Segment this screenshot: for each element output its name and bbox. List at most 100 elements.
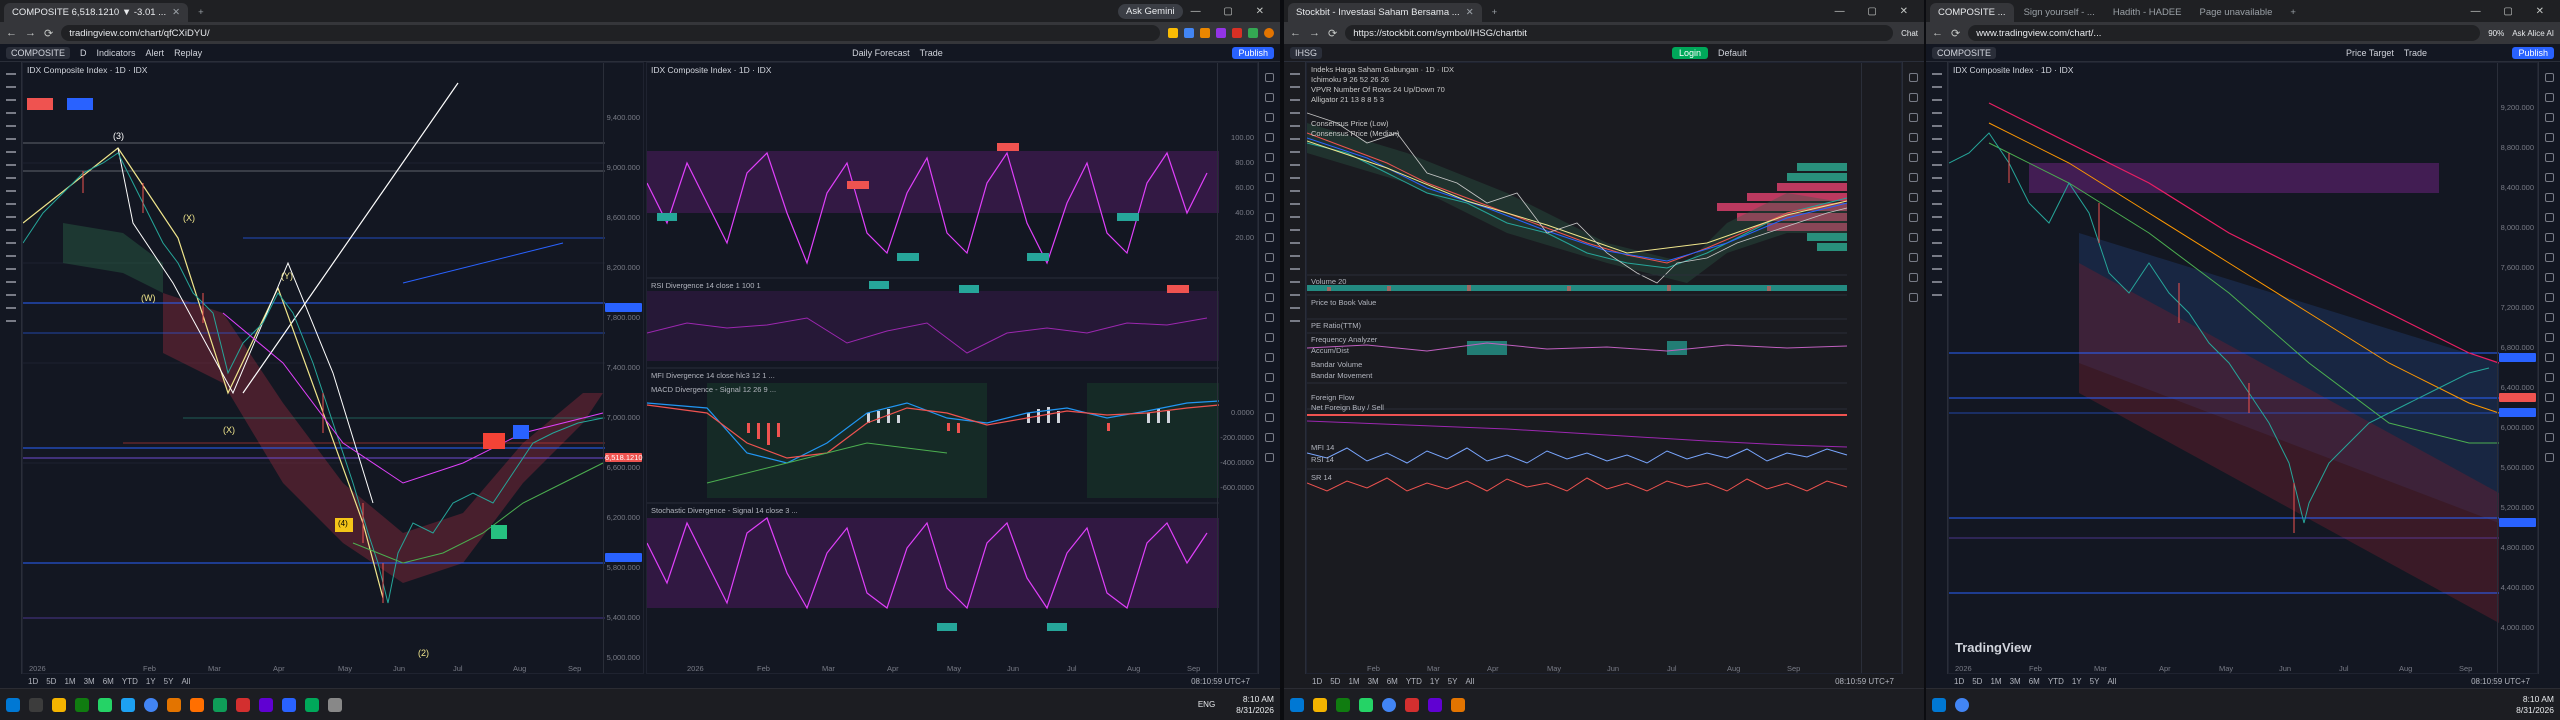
range-5y[interactable]: 5Y <box>2090 677 2100 686</box>
range-1d[interactable]: 1D <box>28 677 38 686</box>
system-clock[interactable]: 8:10 AM 8/31/2026 <box>2516 694 2554 716</box>
yahoo-icon[interactable] <box>259 697 273 712</box>
range-5d[interactable]: 5D <box>1972 677 1982 686</box>
ask-gemini-button[interactable]: Ask Gemini <box>1118 3 1183 19</box>
tab-stockbit[interactable]: Stockbit - Investasi Saham Bersama ... ✕ <box>1288 3 1482 22</box>
price-axis[interactable] <box>1861 63 1901 673</box>
language-indicator[interactable]: ENG <box>1198 700 1215 709</box>
layout-default[interactable]: Default <box>1718 48 1747 58</box>
price-axis[interactable]: 9,400.000 9,000.000 8,600.000 8,200.000 7,80… <box>603 63 643 673</box>
app-icon[interactable] <box>1336 697 1350 712</box>
layout-name[interactable]: Daily Forecast <box>852 48 910 58</box>
trade-button[interactable]: Trade <box>920 48 943 58</box>
back-icon[interactable]: ← <box>6 27 17 39</box>
extension-icon[interactable] <box>1184 28 1194 38</box>
tab-sign[interactable]: Sign yourself - ... <box>2016 3 2103 22</box>
zoom-level[interactable]: 90% <box>2488 29 2504 38</box>
whatsapp-icon[interactable] <box>98 697 112 712</box>
app-icon[interactable] <box>1451 697 1465 712</box>
tab-unavailable[interactable]: Page unavailable <box>2191 3 2280 22</box>
right-indicator-chart[interactable]: IDX Composite Index · 1D · IDX RSI Diver… <box>646 62 1258 674</box>
range-all[interactable]: All <box>2107 677 2116 686</box>
new-tab-button[interactable]: + <box>190 3 212 22</box>
stockbit-chart[interactable]: Indeks Harga Saham Gabungan · 1D · IDX Ic… <box>1306 62 1902 674</box>
range-1d[interactable]: 1D <box>1954 677 1964 686</box>
whatsapp-icon[interactable] <box>1359 697 1373 712</box>
url-input[interactable]: www.tradingview.com/chart/... <box>1968 25 2481 41</box>
chrome-icon[interactable] <box>1955 697 1969 712</box>
publish-button[interactable]: Publish <box>2512 46 2554 59</box>
replay-button[interactable]: Replay <box>174 48 202 58</box>
range-1y[interactable]: 1Y <box>146 677 156 686</box>
app-icon[interactable] <box>305 697 319 712</box>
back-icon[interactable]: ← <box>1290 27 1301 39</box>
range-1m[interactable]: 1M <box>64 677 75 686</box>
time-axis[interactable]: 2026 Feb Mar Apr May Jun Jul Aug Sep <box>647 663 1217 673</box>
login-button[interactable]: Login <box>1672 46 1709 59</box>
ask-ai-button[interactable]: Ask Alice AI <box>2512 29 2554 38</box>
range-1d[interactable]: 1D <box>1312 677 1322 686</box>
app-icon[interactable] <box>236 697 250 712</box>
search-icon[interactable] <box>29 697 43 712</box>
tab-composite[interactable]: COMPOSITE 6,518.1210 ▼ -3.01 ... ✕ <box>4 3 189 22</box>
extension-icon[interactable] <box>1200 28 1210 38</box>
yahoo-icon[interactable] <box>1428 697 1442 712</box>
range-5d[interactable]: 5D <box>1330 677 1340 686</box>
chat-button[interactable]: Chat <box>1901 29 1918 38</box>
range-all[interactable]: All <box>1465 677 1474 686</box>
close-icon[interactable]: ✕ <box>172 7 180 18</box>
extension-icon[interactable] <box>1232 28 1242 38</box>
chrome-icon[interactable] <box>144 697 158 712</box>
back-icon[interactable]: ← <box>1932 27 1943 39</box>
folder-icon[interactable] <box>1313 697 1327 712</box>
symbol-search[interactable]: COMPOSITE <box>6 46 71 59</box>
drawing-toolbar[interactable] <box>1926 62 1948 674</box>
window-controls[interactable]: — ▢ ✕ <box>1191 6 1274 17</box>
app-icon[interactable] <box>328 697 342 712</box>
range-ytd[interactable]: YTD <box>122 677 138 686</box>
window-controls[interactable]: — ▢ ✕ <box>1835 6 1918 17</box>
time-axis[interactable]: Feb Mar Apr May Jun Jul Aug Sep <box>1307 663 1861 673</box>
app-icon[interactable] <box>282 697 296 712</box>
clock-readout[interactable]: 08:10:59 UTC+7 <box>1835 677 1894 686</box>
range-5d[interactable]: 5D <box>46 677 56 686</box>
reload-icon[interactable]: ⟳ <box>44 27 53 40</box>
start-icon[interactable] <box>6 697 20 712</box>
range-3m[interactable]: 3M <box>2010 677 2021 686</box>
extension-icon[interactable] <box>1168 28 1178 38</box>
layout-name[interactable]: Price Target <box>2346 48 2394 58</box>
channel-price-chart[interactable]: IDX Composite Index · 1D · IDX TradingVi… <box>1948 62 2538 674</box>
reload-icon[interactable]: ⟳ <box>1328 27 1337 40</box>
folder-icon[interactable] <box>52 697 66 712</box>
price-axis[interactable]: 9,200.000 8,800.000 8,400.000 8,000.000 7,60… <box>2497 63 2537 673</box>
extension-icon[interactable] <box>1216 28 1226 38</box>
clock-readout[interactable]: 08:10:59 UTC+7 <box>2471 677 2530 686</box>
system-clock[interactable]: 8:10 AM 8/31/2026 <box>1236 694 1274 716</box>
publish-button[interactable]: Publish <box>1232 46 1274 59</box>
drawing-toolbar[interactable] <box>1284 62 1306 674</box>
time-axis[interactable]: 2026 Feb Mar Apr May Jun Jul Aug Sep <box>23 663 603 673</box>
range-6m[interactable]: 6M <box>1387 677 1398 686</box>
alert-button[interactable]: Alert <box>146 48 165 58</box>
left-price-chart[interactable]: IDX Composite Index · 1D · IDX (3) (X) (… <box>22 62 644 674</box>
indicators-button[interactable]: Indicators <box>97 48 136 58</box>
range-3m[interactable]: 3M <box>84 677 95 686</box>
range-1m[interactable]: 1M <box>1990 677 2001 686</box>
url-input[interactable]: tradingview.com/chart/qfCXiDYU/ <box>61 25 1160 41</box>
new-tab-button[interactable]: + <box>2282 3 2304 22</box>
range-5y[interactable]: 5Y <box>1448 677 1458 686</box>
drawing-toolbar[interactable] <box>0 62 22 674</box>
reload-icon[interactable]: ⟳ <box>1951 27 1960 40</box>
indicator-axis[interactable]: 100.00 80.00 60.00 40.00 20.00 0.0000 -200.00… <box>1217 63 1257 673</box>
url-input[interactable]: https://stockbit.com/symbol/IHSG/chartbi… <box>1345 25 1894 41</box>
right-widget-bar[interactable] <box>2538 62 2560 674</box>
tab-hadith[interactable]: Hadith - HADEE <box>2105 3 2190 22</box>
forward-icon[interactable]: → <box>1309 27 1320 39</box>
start-icon[interactable] <box>1290 697 1304 712</box>
time-axis[interactable]: 2026 Feb Mar Apr May Jun Jul Aug Sep <box>1949 663 2497 673</box>
range-1y[interactable]: 1Y <box>2072 677 2082 686</box>
right-widget-bar[interactable] <box>1258 62 1280 674</box>
app-icon[interactable] <box>190 697 204 712</box>
range-6m[interactable]: 6M <box>2029 677 2040 686</box>
range-6m[interactable]: 6M <box>103 677 114 686</box>
